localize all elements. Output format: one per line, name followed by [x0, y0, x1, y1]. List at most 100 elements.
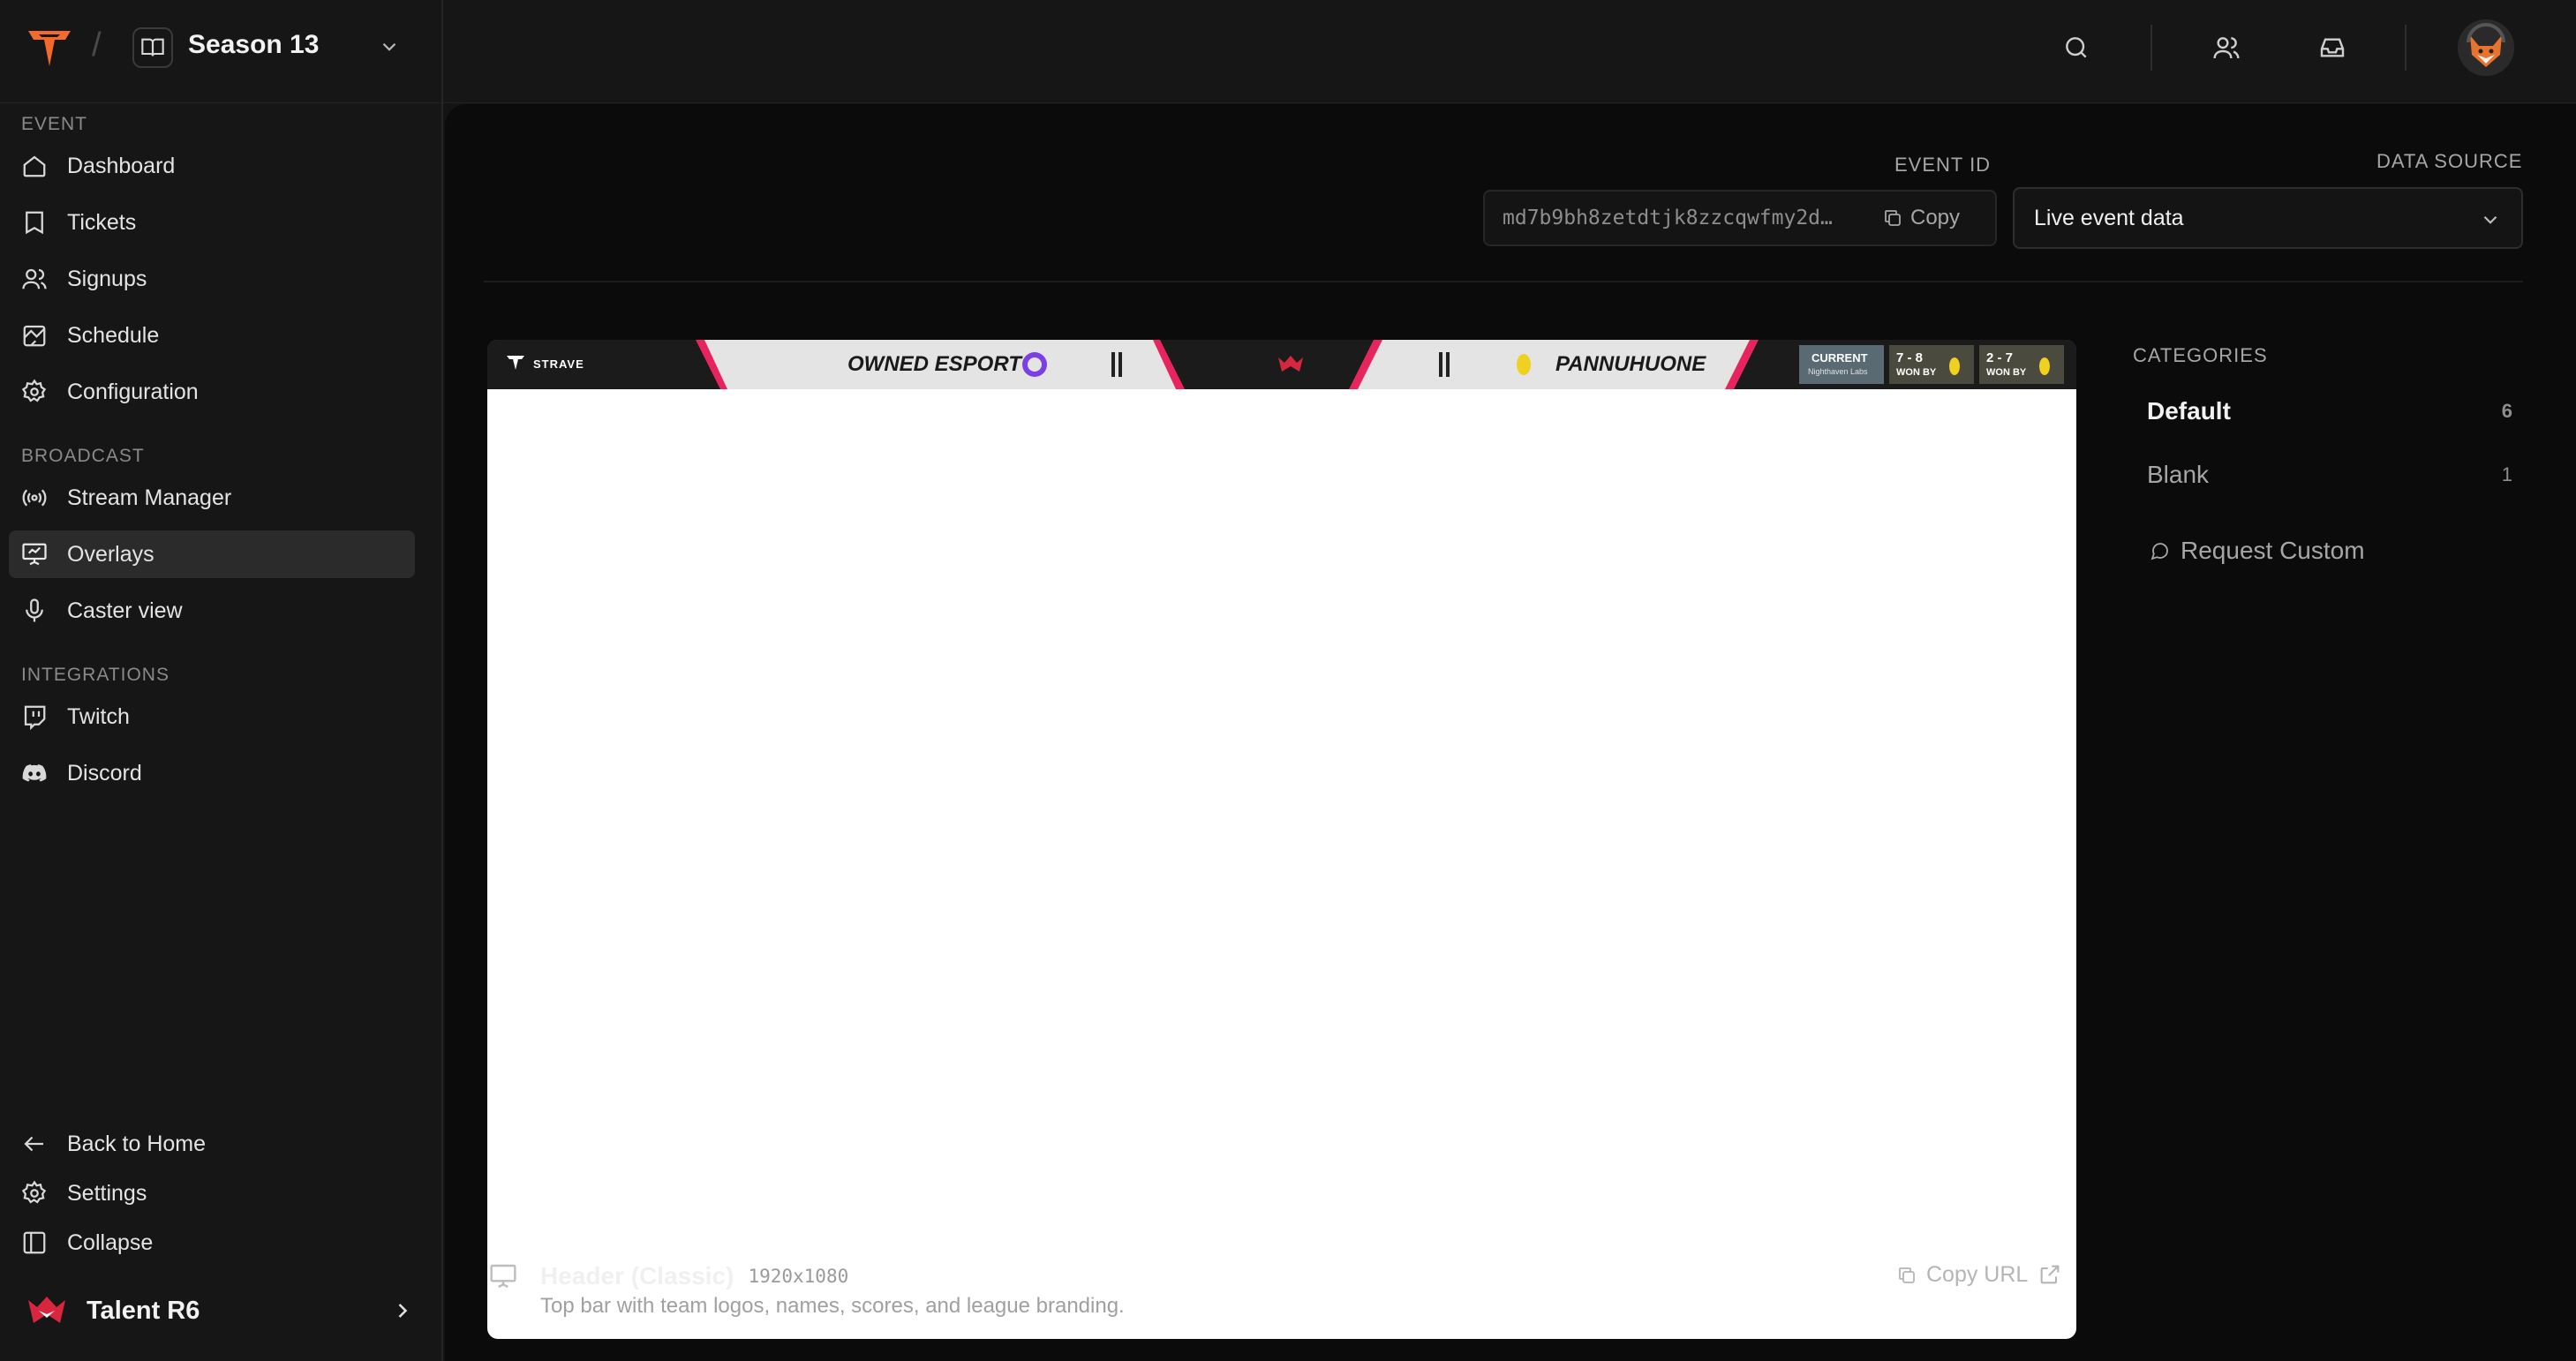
- season-selector[interactable]: Season 13: [188, 30, 319, 60]
- collapse-sidebar-button[interactable]: Collapse: [9, 1219, 415, 1267]
- overlay-map-current-top: CURRENT: [1811, 351, 1868, 365]
- discord-icon: [22, 764, 47, 782]
- categories-label: CATEGORIES: [2133, 344, 2268, 366]
- sidebar-item-tickets[interactable]: Tickets: [9, 199, 415, 246]
- data-source-select[interactable]: Live event data: [2013, 187, 2523, 249]
- toolbar-divider: [2405, 25, 2407, 71]
- sidebar-item-caster-view[interactable]: Caster view: [9, 587, 415, 635]
- user-avatar[interactable]: [2458, 19, 2514, 76]
- copy-icon: [1885, 210, 1901, 226]
- workspace-switcher: / Season 13: [0, 0, 443, 103]
- sidebar-item-label: Configuration: [67, 379, 199, 404]
- category-name: Blank: [2147, 461, 2210, 488]
- season-book-icon: [132, 27, 173, 68]
- arrow-left-icon: [24, 1136, 43, 1152]
- team-logo-icon: [28, 1297, 65, 1323]
- presentation-icon: [22, 543, 47, 566]
- overlay-map-3-bottom: WON BY: [1986, 367, 2027, 378]
- team-name: Talent R6: [87, 1296, 200, 1325]
- sidebar-item-twitch[interactable]: Twitch: [9, 693, 415, 741]
- twitch-icon: [24, 705, 46, 730]
- ticket-icon: [26, 211, 43, 235]
- request-custom-label: Request Custom: [2181, 537, 2365, 564]
- users-icon[interactable]: [2209, 30, 2244, 65]
- sidebar-item-label: Dashboard: [67, 153, 176, 178]
- event-id-field: md7b9bh8zetdtjk8zzcqwfmy2d… Copy: [1483, 190, 1997, 246]
- category-blank[interactable]: Blank 1: [2147, 448, 2518, 501]
- chevron-right-icon: [398, 1304, 408, 1318]
- search-icon[interactable]: [2059, 30, 2094, 65]
- copy-icon: [1899, 1267, 1915, 1283]
- sidebar-item-discord[interactable]: Discord: [9, 749, 415, 797]
- sidebar-item-configuration[interactable]: Configuration: [9, 368, 415, 416]
- sidebar-item-label: Overlays: [67, 541, 154, 567]
- category-count: 6: [2501, 400, 2512, 422]
- copy-event-id-button[interactable]: Copy: [1882, 206, 1960, 230]
- message-icon: [2150, 543, 2168, 560]
- data-source-label: DATA SOURCE: [2376, 150, 2523, 172]
- settings-label: Settings: [67, 1180, 147, 1206]
- category-name: Default: [2147, 397, 2231, 425]
- sidebar-item-label: Signups: [67, 266, 147, 291]
- section-label-broadcast: BROADCAST: [21, 446, 145, 466]
- overlay-map-2-bottom: WON BY: [1896, 367, 1937, 378]
- top-bar: / Season 13: [0, 0, 2576, 103]
- external-link-icon[interactable]: [2037, 1262, 2062, 1287]
- category-default[interactable]: Default 6: [2147, 385, 2518, 438]
- inbox-icon[interactable]: [2315, 30, 2350, 65]
- sidebar-item-label: Tickets: [67, 209, 137, 235]
- copy-label: Copy: [1910, 206, 1961, 229]
- overlay-title: Header (Classic): [540, 1262, 734, 1290]
- main-content: EVENT ID md7b9bh8zetdtjk8zzcqwfmy2d… Cop…: [445, 104, 2576, 1361]
- users-icon: [22, 268, 47, 289]
- broadcast-icon: [22, 489, 47, 507]
- gear-icon: [21, 379, 47, 402]
- overlay-brand: STRAVE: [533, 357, 584, 371]
- overlay-map-2-top: 7 - 8: [1896, 350, 1924, 365]
- overlay-team-right: PANNUHUONE: [1555, 352, 1706, 376]
- sidebar-item-label: Twitch: [67, 703, 130, 729]
- sidebar-item-dashboard[interactable]: Dashboard: [9, 142, 415, 190]
- back-to-home-link[interactable]: Back to Home: [9, 1120, 415, 1168]
- copy-url-label: Copy URL: [1926, 1262, 2029, 1287]
- overlay-description: Top bar with team logos, names, scores, …: [540, 1294, 1125, 1318]
- sidebar-item-stream-manager[interactable]: Stream Manager: [9, 474, 415, 522]
- sidebar-item-schedule[interactable]: Schedule: [9, 312, 415, 359]
- request-custom-button[interactable]: Request Custom: [2149, 537, 2365, 565]
- sidebar-item-label: Stream Manager: [67, 485, 232, 510]
- sidebar-collapse-icon: [23, 1231, 46, 1254]
- overlay-preview[interactable]: STRAVE OWNED ESPORT PANNUHUONE CURRENT N…: [487, 340, 2076, 1339]
- event-id-label: EVENT ID: [1894, 154, 1992, 176]
- breadcrumb-separator: /: [92, 26, 102, 64]
- overlay-info: Header (Classic) 1920x1080: [489, 1259, 848, 1294]
- category-count: 1: [2501, 463, 2512, 485]
- overlay-team-left: OWNED ESPORT: [847, 352, 1021, 376]
- section-label-event: EVENT: [21, 114, 88, 134]
- section-label-integrations: INTEGRATIONS: [21, 665, 169, 685]
- event-id-value: md7b9bh8zetdtjk8zzcqwfmy2d…: [1503, 207, 1833, 229]
- data-source-value: Live event data: [2034, 205, 2184, 230]
- copy-url-button[interactable]: Copy URL: [1896, 1262, 2028, 1288]
- team-switcher[interactable]: Talent R6: [26, 1286, 415, 1335]
- section-divider: [484, 281, 2523, 282]
- settings-link[interactable]: Settings: [9, 1169, 415, 1217]
- overlay-header-bar: [487, 340, 2076, 389]
- sidebar-item-overlays[interactable]: Overlays: [9, 530, 415, 578]
- app-logo-icon[interactable]: [26, 29, 72, 68]
- sidebar: EVENT Dashboard Tickets Signups Schedule…: [0, 103, 443, 1361]
- sidebar-item-label: Schedule: [67, 322, 160, 348]
- overlay-map-3-top: 2 - 7: [1986, 350, 2014, 365]
- sidebar-item-label: Discord: [67, 760, 142, 786]
- schedule-icon: [23, 325, 46, 347]
- microphone-icon: [26, 598, 43, 622]
- overlay-resolution: 1920x1080: [748, 1266, 849, 1287]
- sidebar-item-label: Caster view: [67, 598, 183, 623]
- sidebar-item-signups[interactable]: Signups: [9, 255, 415, 303]
- home-icon: [23, 155, 46, 177]
- back-to-home-label: Back to Home: [67, 1131, 207, 1156]
- chevron-down-icon: [2483, 215, 2497, 224]
- collapse-label: Collapse: [67, 1229, 154, 1255]
- toolbar-divider: [2150, 25, 2152, 71]
- overlay-map-current-bottom: Nighthaven Labs: [1808, 367, 1868, 376]
- chevron-down-icon[interactable]: [378, 35, 401, 58]
